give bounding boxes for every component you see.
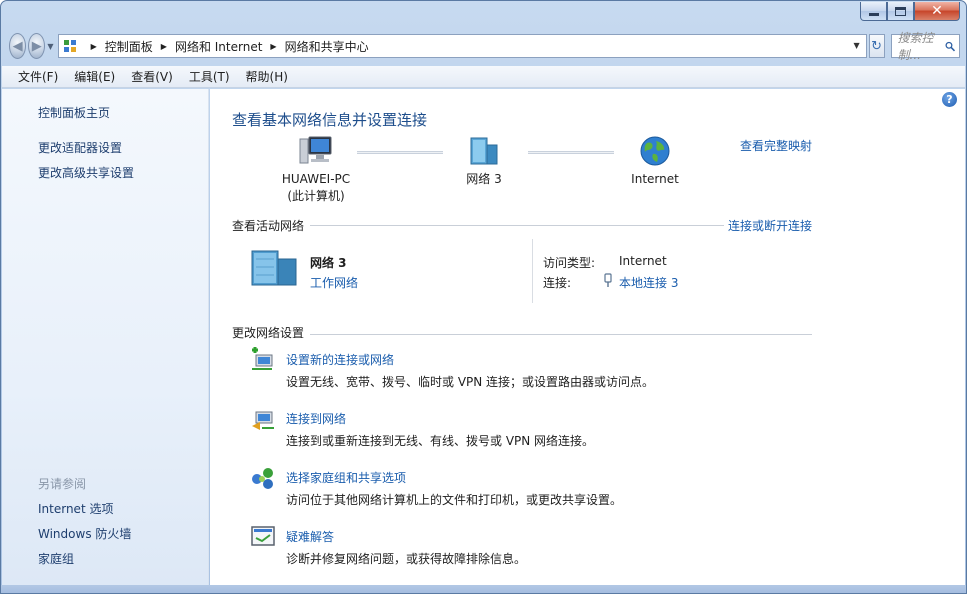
internet-label: Internet xyxy=(631,172,679,186)
see-also-header: 另请参阅 xyxy=(38,477,87,491)
change-settings-header: 更改网络设置 xyxy=(232,324,311,341)
recent-pages-dropdown[interactable]: ▼ xyxy=(47,42,53,51)
menu-tools[interactable]: 工具(T) xyxy=(181,68,238,85)
sidebar-link-control-panel-home[interactable]: 控制面板主页 xyxy=(38,104,110,121)
active-networks-header: 查看活动网络 xyxy=(232,217,311,234)
vertical-divider xyxy=(532,239,533,303)
close-icon: ✕ xyxy=(931,3,943,19)
local-connection-link[interactable]: 本地连接 3 xyxy=(619,274,678,291)
globe-icon xyxy=(640,136,670,166)
sidebar-link-change-adapter-settings[interactable]: 更改适配器设置 xyxy=(38,139,122,156)
menu-file[interactable]: 文件(F) xyxy=(10,68,66,85)
active-network-icon xyxy=(251,250,297,286)
active-network-name: 网络 3 xyxy=(310,256,347,270)
window-bottom-border xyxy=(1,585,966,593)
refresh-button[interactable]: ↻ xyxy=(868,34,885,58)
chevron-right-icon[interactable]: ▶ xyxy=(91,42,97,51)
sidebar-link-advanced-sharing-settings[interactable]: 更改高级共享设置 xyxy=(38,164,134,181)
close-button[interactable]: ✕ xyxy=(914,2,960,21)
task-homegroup-sharing-desc: 访问位于其他网络计算机上的文件和打印机，或更改共享设置。 xyxy=(286,493,623,507)
help-icon[interactable]: ? xyxy=(942,92,957,107)
see-also-internet-options[interactable]: Internet 选项 xyxy=(38,500,113,517)
breadcrumb-network-internet[interactable]: 网络和 Internet xyxy=(175,38,262,55)
computer-name: HUAWEI-PC xyxy=(281,172,351,186)
chevron-right-icon[interactable]: ▶ xyxy=(270,42,276,51)
connect-disconnect-link[interactable]: 连接或断开连接 xyxy=(724,217,813,234)
task-setup-connection-desc: 设置无线、宽带、拨号、临时或 VPN 连接；或设置路由器或访问点。 xyxy=(286,375,655,389)
troubleshoot-icon xyxy=(251,526,275,546)
see-also-windows-firewall[interactable]: Windows 防火墙 xyxy=(38,525,131,542)
network-name: 网络 3 xyxy=(466,172,502,186)
see-full-map-link[interactable]: 查看完整映射 xyxy=(740,137,812,154)
network-type-link[interactable]: 工作网络 xyxy=(310,274,358,291)
main-content: ? 查看基本网络信息并设置连接 查看完整映射 HUAWEI-PC (此计算机) … xyxy=(210,89,965,585)
task-troubleshoot-link[interactable]: 疑难解答 xyxy=(286,528,334,545)
menu-edit[interactable]: 编辑(E) xyxy=(66,68,123,85)
menu-bar: 文件(F) 编辑(E) 查看(V) 工具(T) 帮助(H) xyxy=(2,66,965,88)
left-task-pane: 控制面板主页 更改适配器设置 更改高级共享设置 另请参阅 Internet 选项… xyxy=(2,89,209,585)
forward-arrow-icon: ▶ xyxy=(31,38,42,54)
task-connect-network-desc: 连接到或重新连接到无线、有线、拨号或 VPN 网络连接。 xyxy=(286,434,595,448)
search-icon[interactable] xyxy=(945,40,955,53)
computer-icon xyxy=(299,136,332,164)
address-dropdown-icon[interactable]: ▼ xyxy=(853,41,859,50)
breadcrumb-network-sharing-center[interactable]: 网络和共享中心 xyxy=(285,38,369,55)
connections-label: 连接: xyxy=(543,276,572,290)
map-node-internet[interactable]: Internet xyxy=(624,135,686,188)
page-title: 查看基本网络信息并设置连接 xyxy=(232,111,428,129)
section-divider xyxy=(232,334,812,335)
task-troubleshoot-desc: 诊断并修复网络问题，或获得故障排除信息。 xyxy=(286,552,527,566)
control-panel-icon xyxy=(63,40,76,52)
network-sharing-center-window: ✕ ◀ ▶ ▼ ▶ 控制面板 ▶ 网络和 Internet ▶ 网络和共享中心 … xyxy=(0,0,967,594)
caption-buttons: ✕ xyxy=(860,2,960,21)
minimize-button[interactable] xyxy=(860,2,887,21)
map-connector-line xyxy=(357,151,443,154)
see-also-homegroup[interactable]: 家庭组 xyxy=(38,550,74,567)
navigation-bar: ◀ ▶ ▼ ▶ 控制面板 ▶ 网络和 Internet ▶ 网络和共享中心 ▼ … xyxy=(9,31,960,62)
map-node-computer: HUAWEI-PC (此计算机) xyxy=(272,135,360,205)
access-type-value: Internet xyxy=(619,254,667,268)
maximize-button[interactable] xyxy=(887,2,914,21)
breadcrumb-control-panel[interactable]: 控制面板 xyxy=(105,38,153,55)
search-box[interactable]: 搜索控制... xyxy=(890,31,960,62)
task-connect-network-link[interactable]: 连接到网络 xyxy=(286,410,346,427)
task-setup-connection-link[interactable]: 设置新的连接或网络 xyxy=(286,351,394,368)
back-arrow-icon: ◀ xyxy=(12,38,23,54)
menu-view[interactable]: 查看(V) xyxy=(123,68,181,85)
access-type-label: 访问类型: xyxy=(543,256,596,270)
menu-help[interactable]: 帮助(H) xyxy=(238,68,296,85)
map-connector-line xyxy=(528,151,614,154)
forward-button[interactable]: ▶ xyxy=(28,33,46,59)
refresh-icon: ↻ xyxy=(871,38,883,54)
back-button[interactable]: ◀ xyxy=(9,33,27,59)
map-node-network[interactable]: 网络 3 xyxy=(454,135,514,188)
maximize-icon xyxy=(895,6,906,16)
task-homegroup-sharing-link[interactable]: 选择家庭组和共享选项 xyxy=(286,469,406,486)
chevron-right-icon[interactable]: ▶ xyxy=(161,42,167,51)
search-input[interactable]: 搜索控制... xyxy=(898,29,945,63)
ethernet-plug-icon xyxy=(604,273,612,287)
address-bar[interactable]: ▶ 控制面板 ▶ 网络和 Internet ▶ 网络和共享中心 ▼ xyxy=(57,34,867,58)
minimize-icon xyxy=(868,12,879,16)
homegroup-icon xyxy=(252,468,273,489)
computer-subtitle: (此计算机) xyxy=(287,189,345,203)
network-icon xyxy=(470,137,498,165)
new-connection-icon xyxy=(252,347,273,370)
connect-to-network-icon xyxy=(252,411,274,430)
